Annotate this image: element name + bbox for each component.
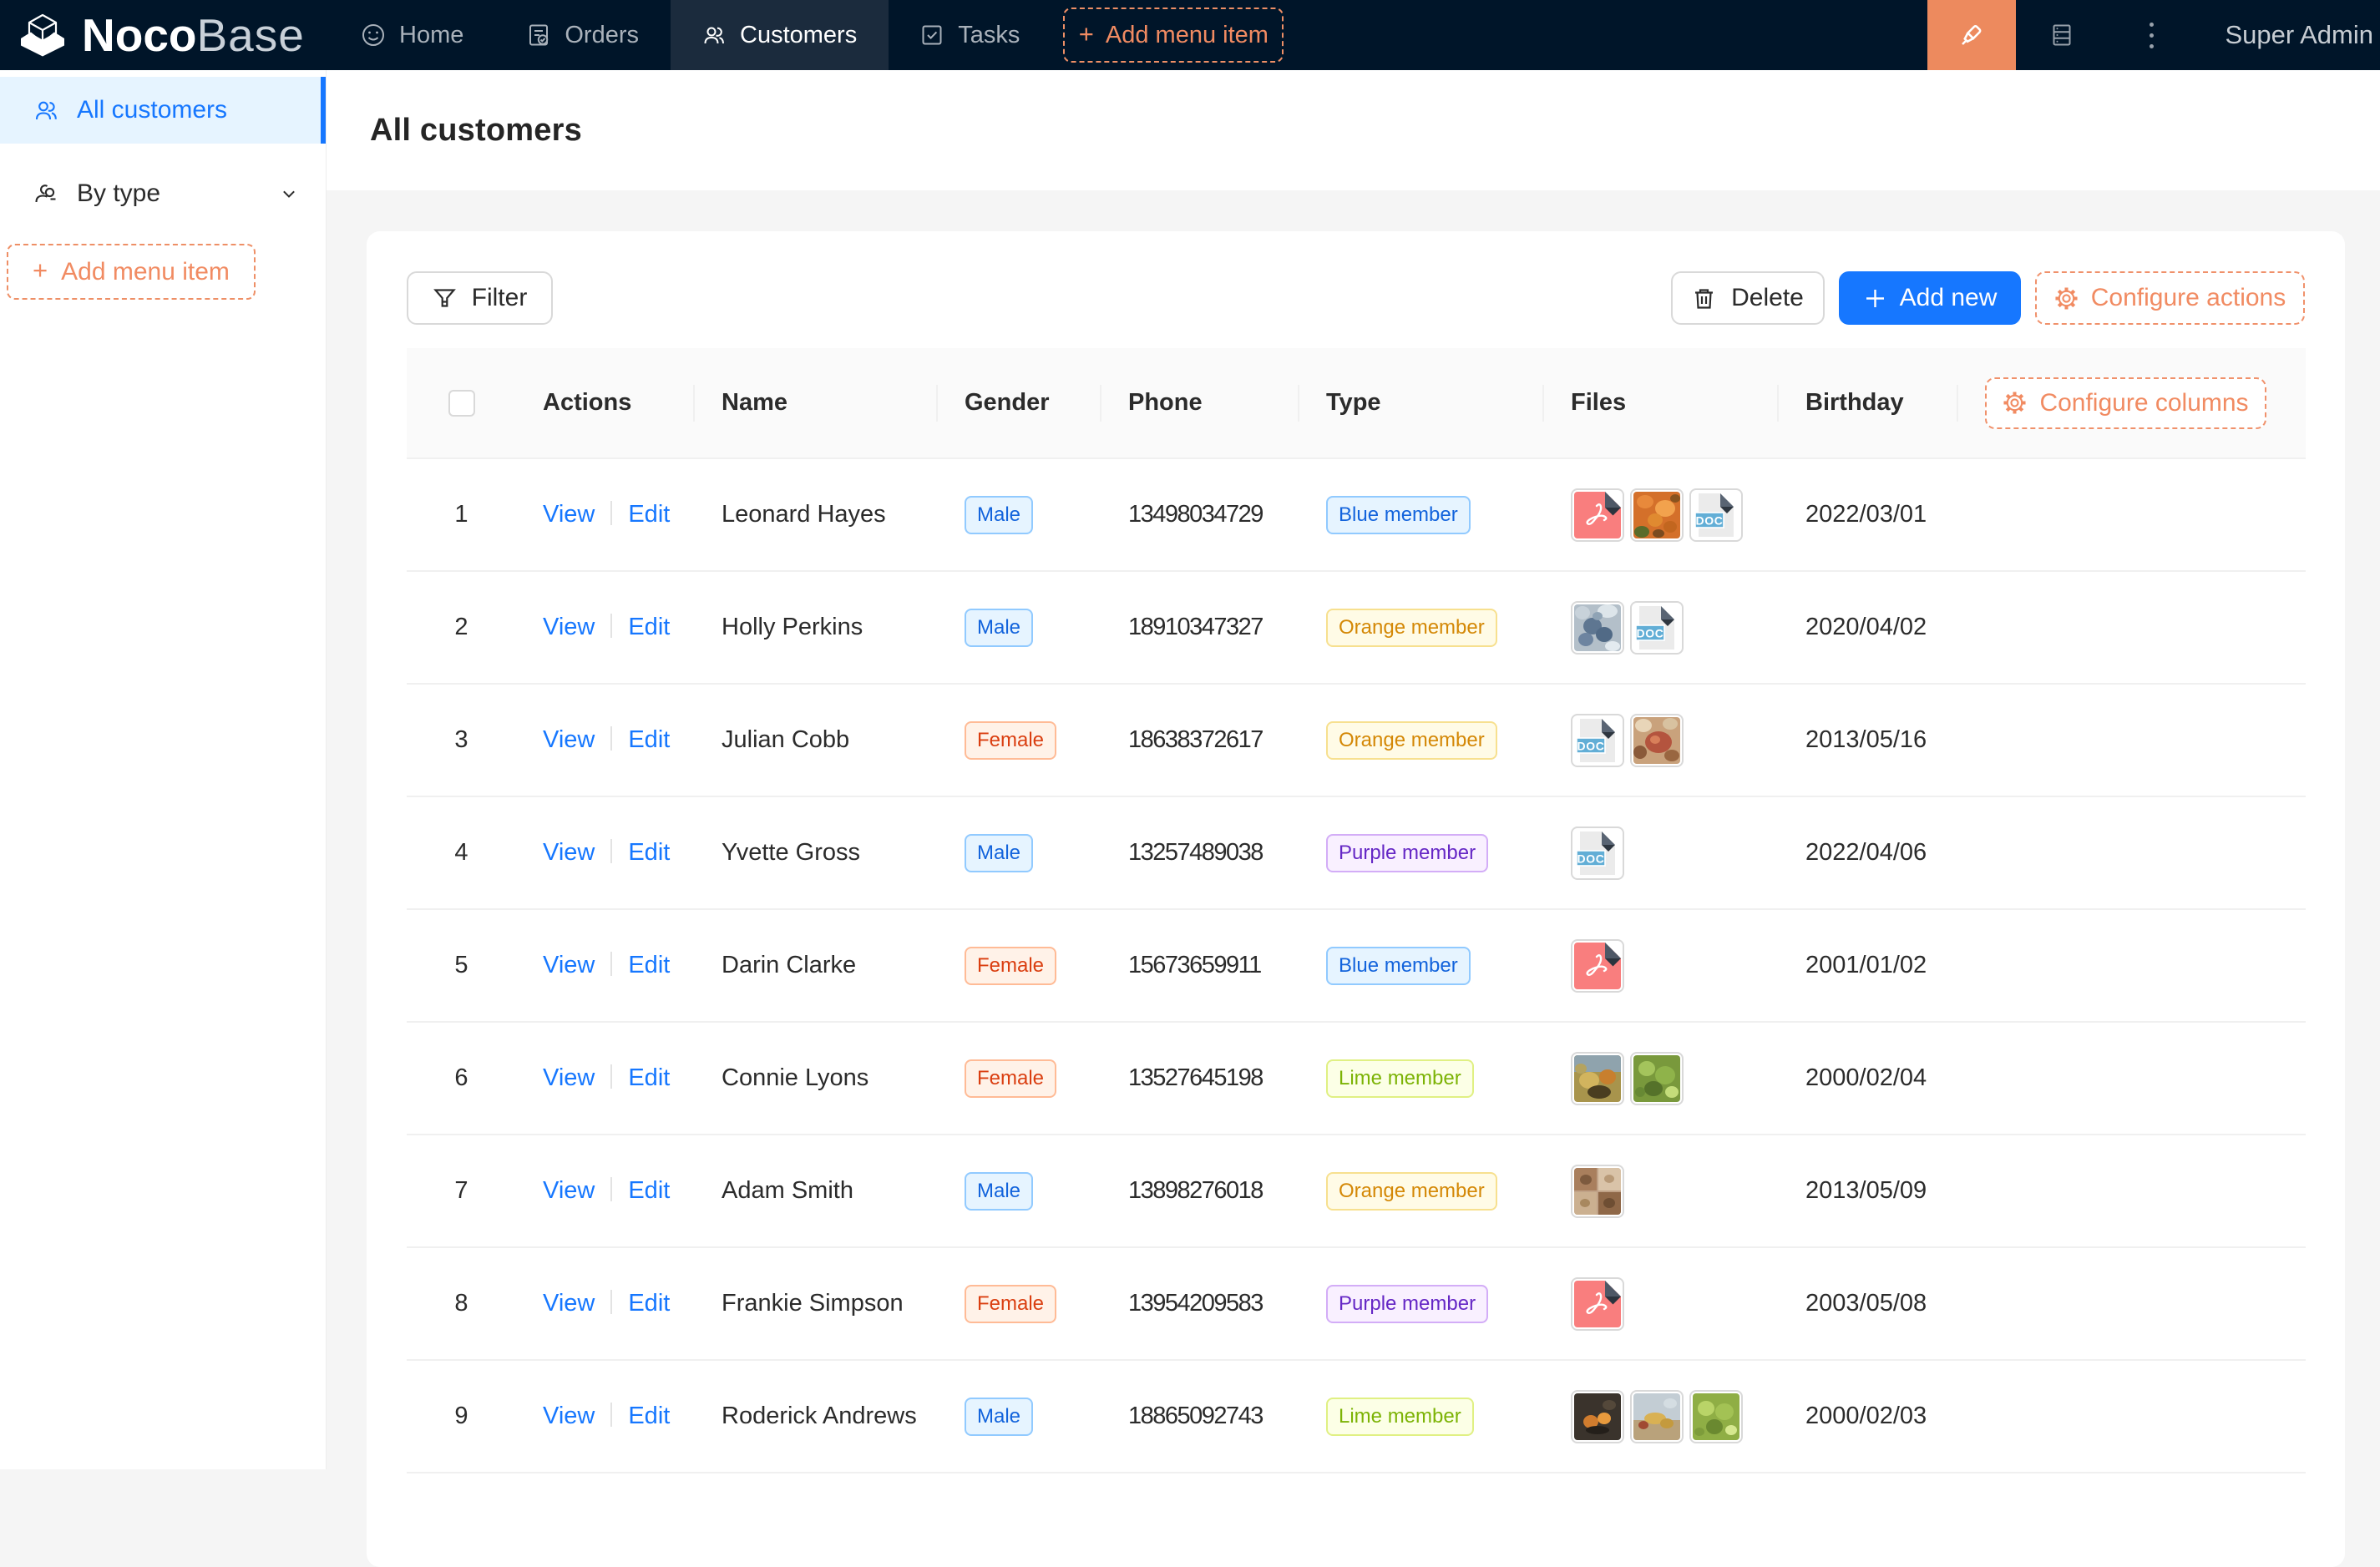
svg-text:DOC: DOC	[1577, 739, 1605, 752]
svg-text:DOC: DOC	[1696, 513, 1724, 527]
svg-text:DOC: DOC	[1637, 626, 1664, 639]
svg-text:DOC: DOC	[1577, 852, 1605, 865]
